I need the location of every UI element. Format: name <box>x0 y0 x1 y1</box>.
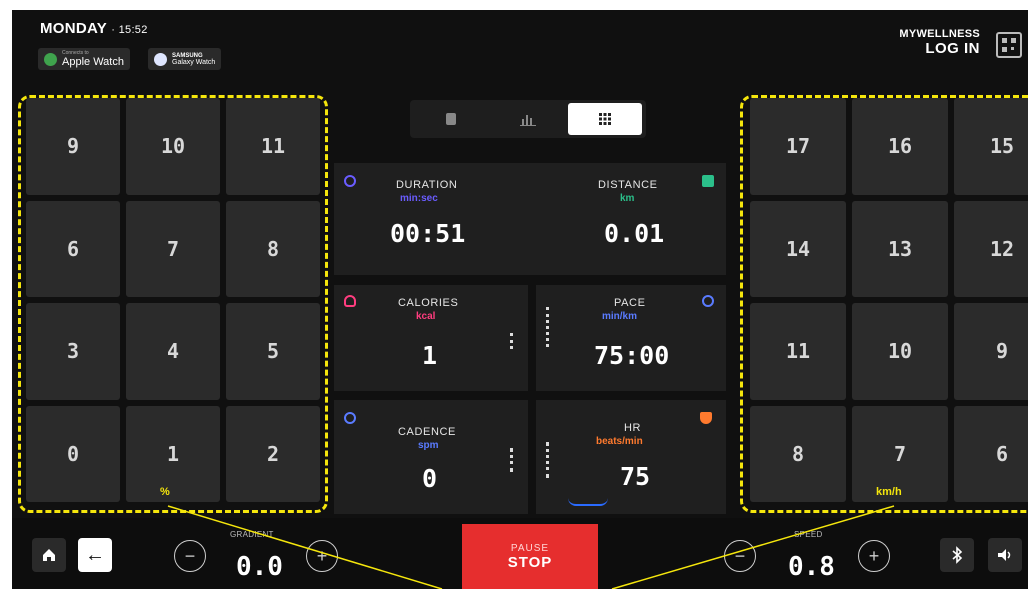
gradient-keypad-highlight <box>18 95 328 513</box>
chart-view-button[interactable] <box>491 103 565 135</box>
galaxy-watch-icon <box>154 52 167 66</box>
volume-icon <box>998 549 1011 561</box>
pace-value: 75:00 <box>594 341 670 370</box>
minus-icon: − <box>184 545 196 566</box>
volume-button[interactable] <box>988 538 1022 572</box>
gradient-value: 0.0 <box>236 552 283 582</box>
gauge-icon <box>702 295 714 307</box>
duration-value: 00:51 <box>390 219 466 248</box>
duration-distance-tile: DURATION min:sec 00:51 DISTANCE km 0.01 <box>334 163 726 275</box>
speed-caption: SPEED <box>794 530 823 539</box>
back-arrow-icon: ← <box>85 543 105 566</box>
hr-arc <box>568 498 608 506</box>
plus-icon: + <box>868 545 880 566</box>
cadence-scale-icon <box>510 448 517 472</box>
calories-scale-icon <box>510 333 517 349</box>
flame-icon <box>344 295 356 307</box>
home-icon <box>43 549 55 561</box>
calories-value: 1 <box>422 341 438 370</box>
gradient-minus-button[interactable]: − <box>174 540 206 572</box>
qr-code-icon[interactable] <box>996 32 1022 58</box>
back-button[interactable]: ← <box>78 538 112 572</box>
gradient-unit: % <box>160 486 170 498</box>
cadence-tile: CADENCE spm 0 <box>334 400 528 514</box>
plus-icon: + <box>316 545 328 566</box>
hr-scale-icon <box>546 442 553 478</box>
day-time: MONDAY · 15:52 <box>40 20 148 37</box>
apple-watch-icon <box>44 52 57 66</box>
speed-plus-button[interactable]: + <box>858 540 890 572</box>
hr-tile: HR beats/min 75 <box>536 400 726 514</box>
clock-icon <box>344 175 356 187</box>
view-selector <box>410 100 646 138</box>
treadmill-screen: MONDAY · 15:52 Connects to Apple Watch S… <box>12 10 1028 589</box>
galaxy-watch-badge[interactable]: SAMSUNG Galaxy Watch <box>148 48 222 70</box>
hr-value: 75 <box>620 462 651 491</box>
distance-icon <box>702 175 714 187</box>
mywellness-login[interactable]: MYWELLNESS LOG IN <box>899 28 980 57</box>
calories-tile: CALORIES kcal 1 <box>334 285 528 391</box>
speed-unit: km/h <box>876 486 902 498</box>
distance-value: 0.01 <box>604 219 665 248</box>
bluetooth-button[interactable] <box>940 538 974 572</box>
chart-view-icon <box>520 115 536 126</box>
gradient-plus-button[interactable]: + <box>306 540 338 572</box>
cadence-icon <box>344 412 356 424</box>
speed-minus-button[interactable]: − <box>724 540 756 572</box>
bluetooth-icon <box>952 546 963 564</box>
grid-view-icon <box>599 113 611 125</box>
day-label: MONDAY <box>40 20 107 37</box>
pace-tile: PACE min/km 75:00 <box>536 285 726 391</box>
single-view-button[interactable] <box>414 103 488 135</box>
gradient-caption: GRADIENT <box>230 530 274 539</box>
pace-scale-icon <box>546 307 553 347</box>
heart-icon <box>700 412 712 424</box>
time-label: · 15:52 <box>111 24 148 36</box>
grid-view-button[interactable] <box>568 103 642 135</box>
speed-keypad-highlight <box>740 95 1028 513</box>
minus-icon: − <box>734 545 746 566</box>
pause-stop-button[interactable]: PAUSE STOP <box>462 524 598 589</box>
apple-watch-badge[interactable]: Connects to Apple Watch <box>38 48 130 70</box>
cadence-value: 0 <box>422 464 438 493</box>
home-button[interactable] <box>32 538 66 572</box>
speed-value: 0.8 <box>788 552 835 582</box>
single-view-icon <box>446 113 456 125</box>
